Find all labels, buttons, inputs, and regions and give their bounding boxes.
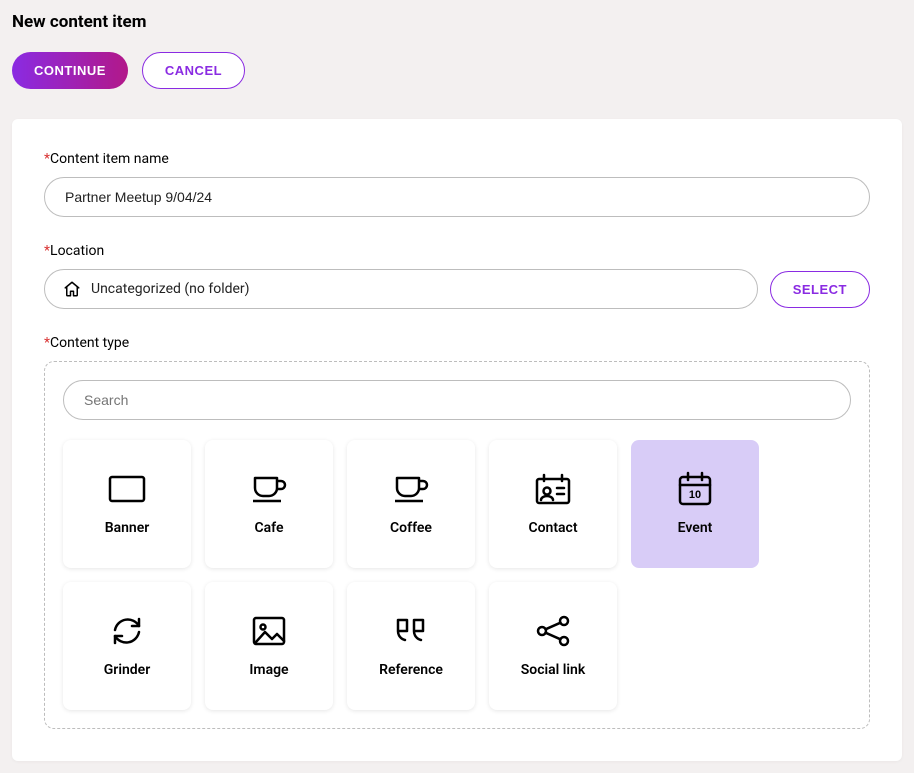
content-type-tile-event[interactable]: 10 Event <box>631 440 759 568</box>
home-icon <box>63 280 81 298</box>
form-card: *Content item name *Location Uncategoriz… <box>12 119 902 761</box>
content-type-tile-label: Coffee <box>390 520 432 536</box>
contact-icon <box>533 472 573 506</box>
content-name-label-text: Content item name <box>50 151 169 167</box>
location-label: *Location <box>44 243 870 259</box>
content-type-tile-label: Banner <box>105 520 150 536</box>
image-icon <box>249 614 289 648</box>
content-type-tile-banner[interactable]: Banner <box>63 440 191 568</box>
content-type-tile-social-link[interactable]: Social link <box>489 582 617 710</box>
content-type-tile-label: Image <box>249 662 288 678</box>
location-select-button[interactable]: SELECT <box>770 271 870 308</box>
cup-icon <box>391 472 431 506</box>
svg-text:10: 10 <box>689 489 701 501</box>
content-name-label: *Content item name <box>44 151 870 167</box>
content-type-box: Banner Cafe Coffee Contact 10 Event Grin… <box>44 361 870 729</box>
location-field: *Location Uncategorized (no folder) SELE… <box>44 243 870 309</box>
share-icon <box>533 614 573 648</box>
location-row: Uncategorized (no folder) SELECT <box>44 269 870 309</box>
content-type-label: *Content type <box>44 335 870 351</box>
content-type-tile-grinder[interactable]: Grinder <box>63 582 191 710</box>
content-type-tile-contact[interactable]: Contact <box>489 440 617 568</box>
content-type-search-input[interactable] <box>63 380 851 420</box>
page-title: New content item <box>12 12 902 32</box>
content-type-field: *Content type Banner Cafe Coffee Contact… <box>44 335 870 729</box>
content-type-tile-cafe[interactable]: Cafe <box>205 440 333 568</box>
location-value: Uncategorized (no folder) <box>91 281 250 297</box>
content-type-tile-reference[interactable]: Reference <box>347 582 475 710</box>
refresh-icon <box>107 614 147 648</box>
cancel-button[interactable]: CANCEL <box>142 52 245 89</box>
content-type-tile-label: Reference <box>379 662 443 678</box>
content-type-tile-label: Social link <box>521 662 586 678</box>
content-type-tile-label: Contact <box>528 520 577 536</box>
content-name-input[interactable] <box>44 177 870 217</box>
continue-button[interactable]: CONTINUE <box>12 52 128 89</box>
content-type-label-text: Content type <box>50 335 129 351</box>
content-type-tile-label: Event <box>678 520 713 536</box>
content-type-tile-coffee[interactable]: Coffee <box>347 440 475 568</box>
quote-icon <box>391 614 431 648</box>
content-type-tile-image[interactable]: Image <box>205 582 333 710</box>
content-name-field: *Content item name <box>44 151 870 217</box>
content-type-grid: Banner Cafe Coffee Contact 10 Event Grin… <box>63 440 851 710</box>
content-type-tile-label: Grinder <box>104 662 151 678</box>
action-button-row: CONTINUE CANCEL <box>12 52 902 89</box>
location-display[interactable]: Uncategorized (no folder) <box>44 269 758 309</box>
location-label-text: Location <box>50 243 104 259</box>
calendar-icon: 10 <box>675 472 715 506</box>
cup-icon <box>249 472 289 506</box>
content-type-tile-label: Cafe <box>254 520 283 536</box>
banner-icon <box>107 472 147 506</box>
